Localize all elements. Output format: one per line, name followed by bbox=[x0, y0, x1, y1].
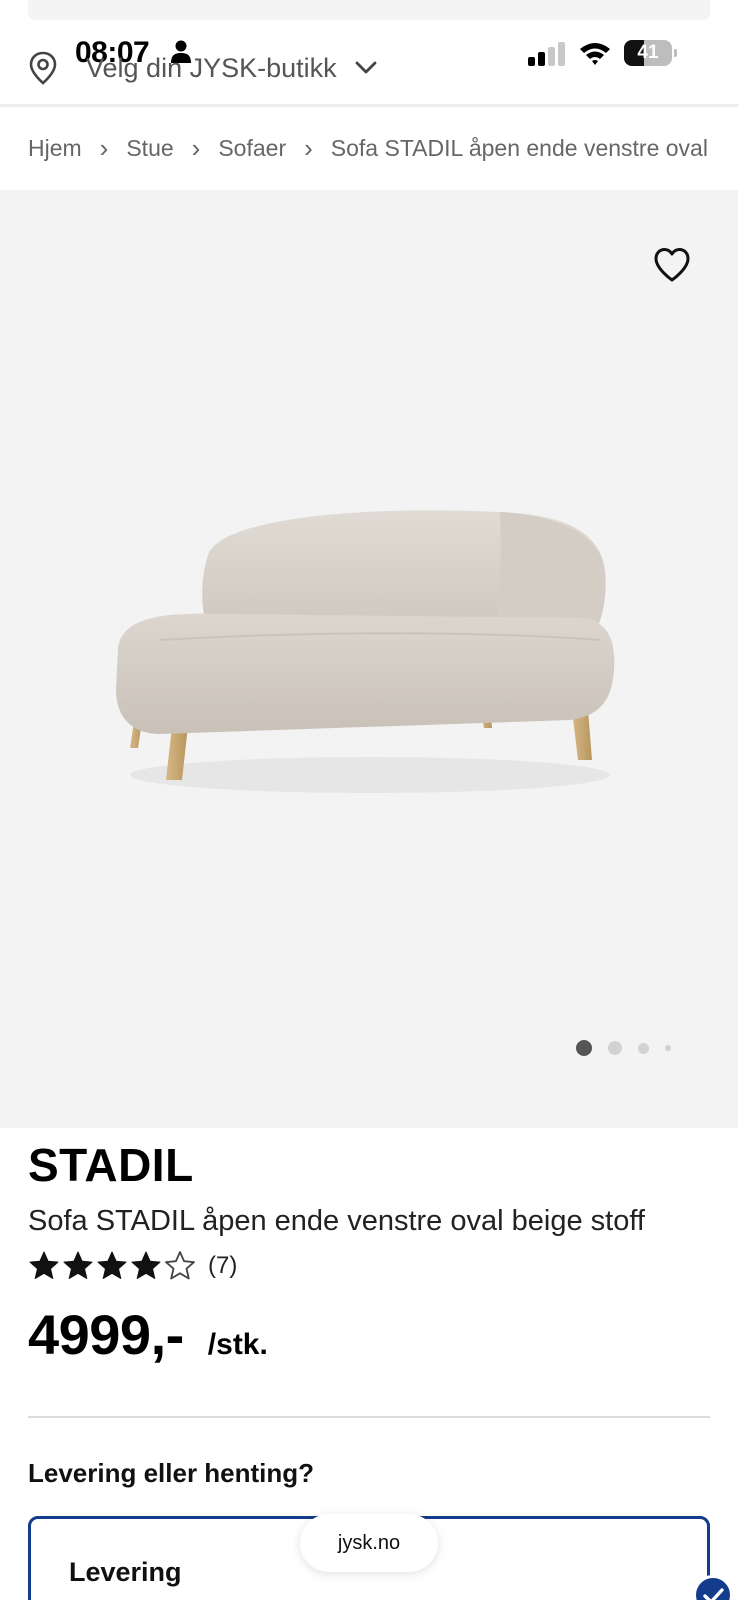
product-brand: STADIL bbox=[28, 1139, 194, 1191]
delivery-option-label: Levering bbox=[69, 1557, 182, 1587]
top-strip bbox=[28, 0, 710, 20]
product-rating[interactable]: (7) bbox=[28, 1248, 710, 1284]
location-pin-icon bbox=[29, 51, 57, 85]
breadcrumb-item-current: Sofa STADIL åpen ende venstre oval b bbox=[330, 134, 710, 161]
browser-url-pill[interactable]: jysk.no bbox=[300, 1514, 438, 1572]
gallery-dot[interactable] bbox=[576, 1040, 592, 1056]
gallery-pagination[interactable] bbox=[576, 1038, 687, 1058]
star-empty-icon bbox=[165, 1250, 195, 1279]
star-filled-icon bbox=[97, 1251, 127, 1279]
chevron-right-icon: › bbox=[191, 133, 201, 163]
product-gallery[interactable] bbox=[0, 190, 738, 1128]
star-filled-icon bbox=[29, 1251, 59, 1279]
chevron-down-icon bbox=[355, 61, 377, 74]
breadcrumb-item-home[interactable]: Hjem bbox=[28, 135, 82, 162]
chevron-right-icon: › bbox=[99, 133, 109, 163]
rating-stars bbox=[28, 1250, 198, 1282]
wifi-icon bbox=[580, 43, 610, 65]
check-icon bbox=[693, 1575, 733, 1600]
review-count[interactable]: (7) bbox=[208, 1252, 237, 1280]
header-divider bbox=[0, 104, 738, 107]
product-info: STADIL Sofa STADIL åpen ende venstre ova… bbox=[28, 1140, 710, 1367]
star-filled-icon bbox=[63, 1251, 93, 1279]
breadcrumb-item-sofaer[interactable]: Sofaer bbox=[218, 135, 286, 162]
signal-icon bbox=[528, 42, 565, 66]
product-name: Sofa STADIL åpen ende venstre oval beige… bbox=[28, 1204, 645, 1237]
battery-level: 41 bbox=[637, 42, 659, 63]
delivery-heading: Levering eller henting? bbox=[28, 1458, 315, 1488]
section-divider bbox=[28, 1416, 710, 1418]
battery-icon: 41 bbox=[624, 40, 677, 66]
price-unit: /stk. bbox=[207, 1327, 268, 1361]
gallery-dot[interactable] bbox=[665, 1045, 671, 1051]
breadcrumb: Hjem › Stue › Sofaer › Sofa STADIL åpen … bbox=[28, 130, 710, 166]
heart-icon[interactable] bbox=[652, 246, 692, 284]
product-price: 4999,- bbox=[28, 1302, 184, 1366]
breadcrumb-item-stue[interactable]: Stue bbox=[126, 135, 173, 162]
gallery-dot[interactable] bbox=[608, 1041, 622, 1055]
store-selector-label: Velg din JYSK-butikk bbox=[86, 52, 337, 83]
chevron-right-icon: › bbox=[304, 133, 313, 163]
gallery-dot[interactable] bbox=[638, 1042, 649, 1054]
product-image-sofa bbox=[116, 510, 615, 793]
star-filled-icon bbox=[131, 1251, 161, 1279]
price-row: 4999,- /stk. bbox=[28, 1302, 710, 1367]
store-selector[interactable]: Velg din JYSK-butikk bbox=[28, 46, 377, 90]
